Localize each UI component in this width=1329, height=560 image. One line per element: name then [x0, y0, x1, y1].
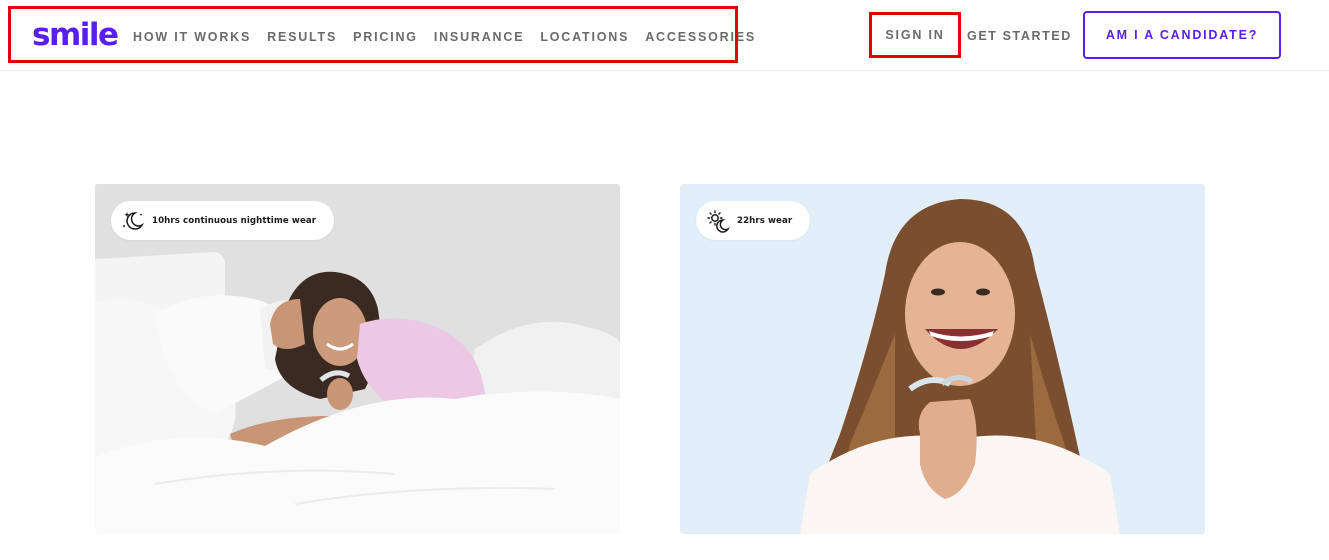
- moon-stars-icon: [123, 211, 145, 230]
- smile-logo[interactable]: smile: [32, 16, 119, 54]
- daytime-wear-badge: 22hrs wear: [696, 201, 811, 240]
- nav-locations[interactable]: LOCATIONS: [540, 28, 629, 46]
- main-nav: HOW IT WORKS RESULTS PRICING INSURANCE L…: [133, 28, 756, 46]
- get-started-link[interactable]: GET STARTED: [967, 27, 1072, 45]
- nighttime-wear-badge-text: 10hrs continuous nighttime wear: [152, 215, 317, 226]
- nav-pricing[interactable]: PRICING: [353, 28, 418, 46]
- site-header: smile HOW IT WORKS RESULTS PRICING INSUR…: [0, 0, 1329, 71]
- sun-moon-icon: [707, 209, 730, 233]
- am-i-a-candidate-button[interactable]: AM I A CANDIDATE?: [1083, 11, 1281, 59]
- nav-results[interactable]: RESULTS: [267, 28, 337, 46]
- daytime-wear-card: 22hrs wear: [680, 184, 1205, 534]
- nighttime-wear-badge: 10hrs continuous nighttime wear: [111, 201, 335, 240]
- nav-accessories[interactable]: ACCESSORIES: [645, 28, 756, 46]
- nav-insurance[interactable]: INSURANCE: [434, 28, 525, 46]
- nav-how-it-works[interactable]: HOW IT WORKS: [133, 28, 251, 46]
- nighttime-wear-card: 10hrs continuous nighttime wear: [95, 184, 620, 534]
- sign-in-link[interactable]: SIGN IN: [872, 14, 958, 56]
- daytime-wear-badge-text: 22hrs wear: [737, 215, 793, 226]
